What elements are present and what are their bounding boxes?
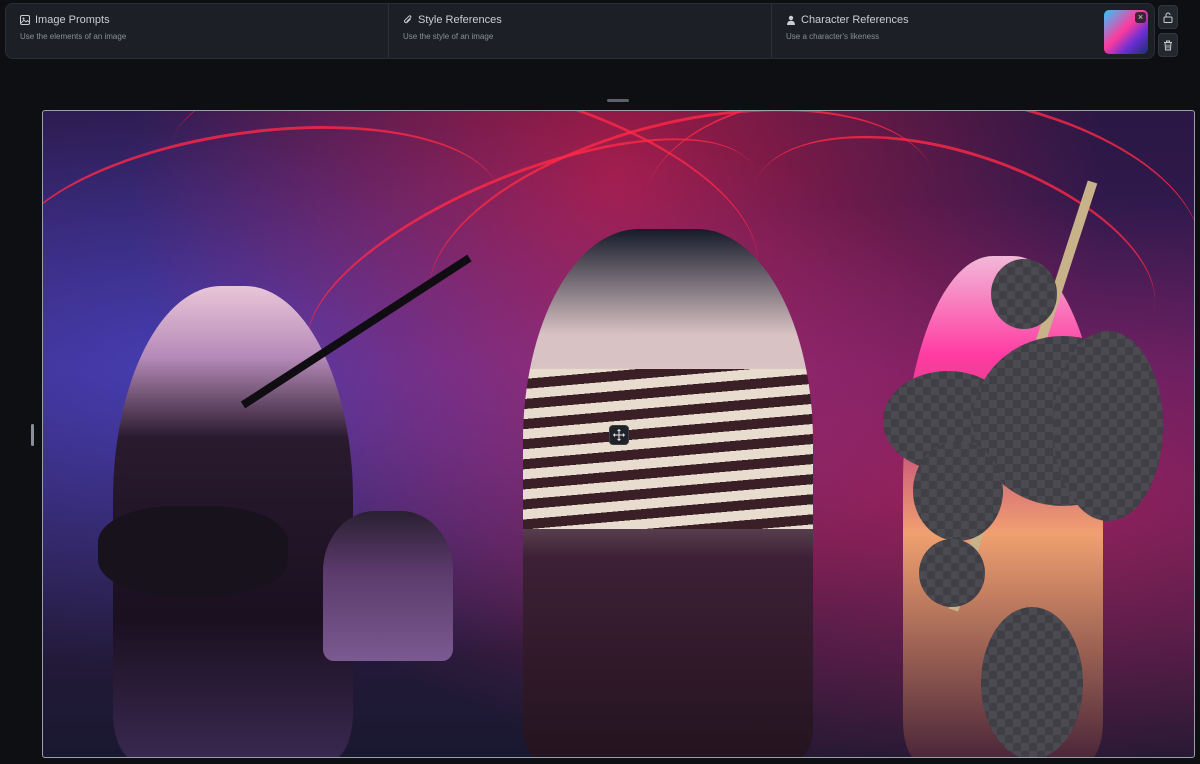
delete-button[interactable] (1158, 33, 1178, 57)
center-singer-figure (523, 229, 813, 757)
style-references-section[interactable]: Style References Use the style of an ima… (389, 4, 772, 58)
image-prompts-title: Image Prompts (35, 14, 110, 26)
character-references-subtitle: Use a character's likeness (786, 32, 880, 41)
person-icon (787, 15, 795, 25)
close-icon[interactable]: × (1135, 12, 1146, 23)
image-prompts-subtitle: Use the elements of an image (20, 32, 127, 41)
erased-area (991, 259, 1057, 329)
unlock-button[interactable] (1158, 5, 1178, 29)
style-references-subtitle: Use the style of an image (403, 32, 494, 41)
reference-bar: Image Prompts Use the elements of an ima… (5, 3, 1155, 59)
top-resize-handle[interactable] (607, 99, 629, 102)
left-resize-handle[interactable] (31, 424, 34, 446)
image-icon (20, 15, 30, 25)
left-guitar (98, 506, 288, 596)
image-canvas[interactable] (42, 110, 1195, 758)
character-reference-thumbnail[interactable]: × (1104, 10, 1148, 54)
erased-area (981, 607, 1083, 757)
erased-area (919, 539, 985, 607)
trash-icon (1164, 40, 1172, 50)
erased-area (913, 441, 1003, 541)
character-references-title: Character References (801, 14, 909, 26)
move-handle-button[interactable] (609, 425, 629, 445)
paperclip-icon (404, 15, 412, 24)
style-references-title: Style References (418, 14, 502, 26)
drummer-figure (323, 511, 453, 661)
erased-area (1053, 331, 1163, 521)
side-buttons (1158, 5, 1180, 57)
image-prompts-section[interactable]: Image Prompts Use the elements of an ima… (6, 4, 389, 58)
unlock-icon (1163, 12, 1173, 23)
character-references-section[interactable]: Character References Use a character's l… (772, 4, 1154, 58)
move-icon (613, 429, 625, 441)
